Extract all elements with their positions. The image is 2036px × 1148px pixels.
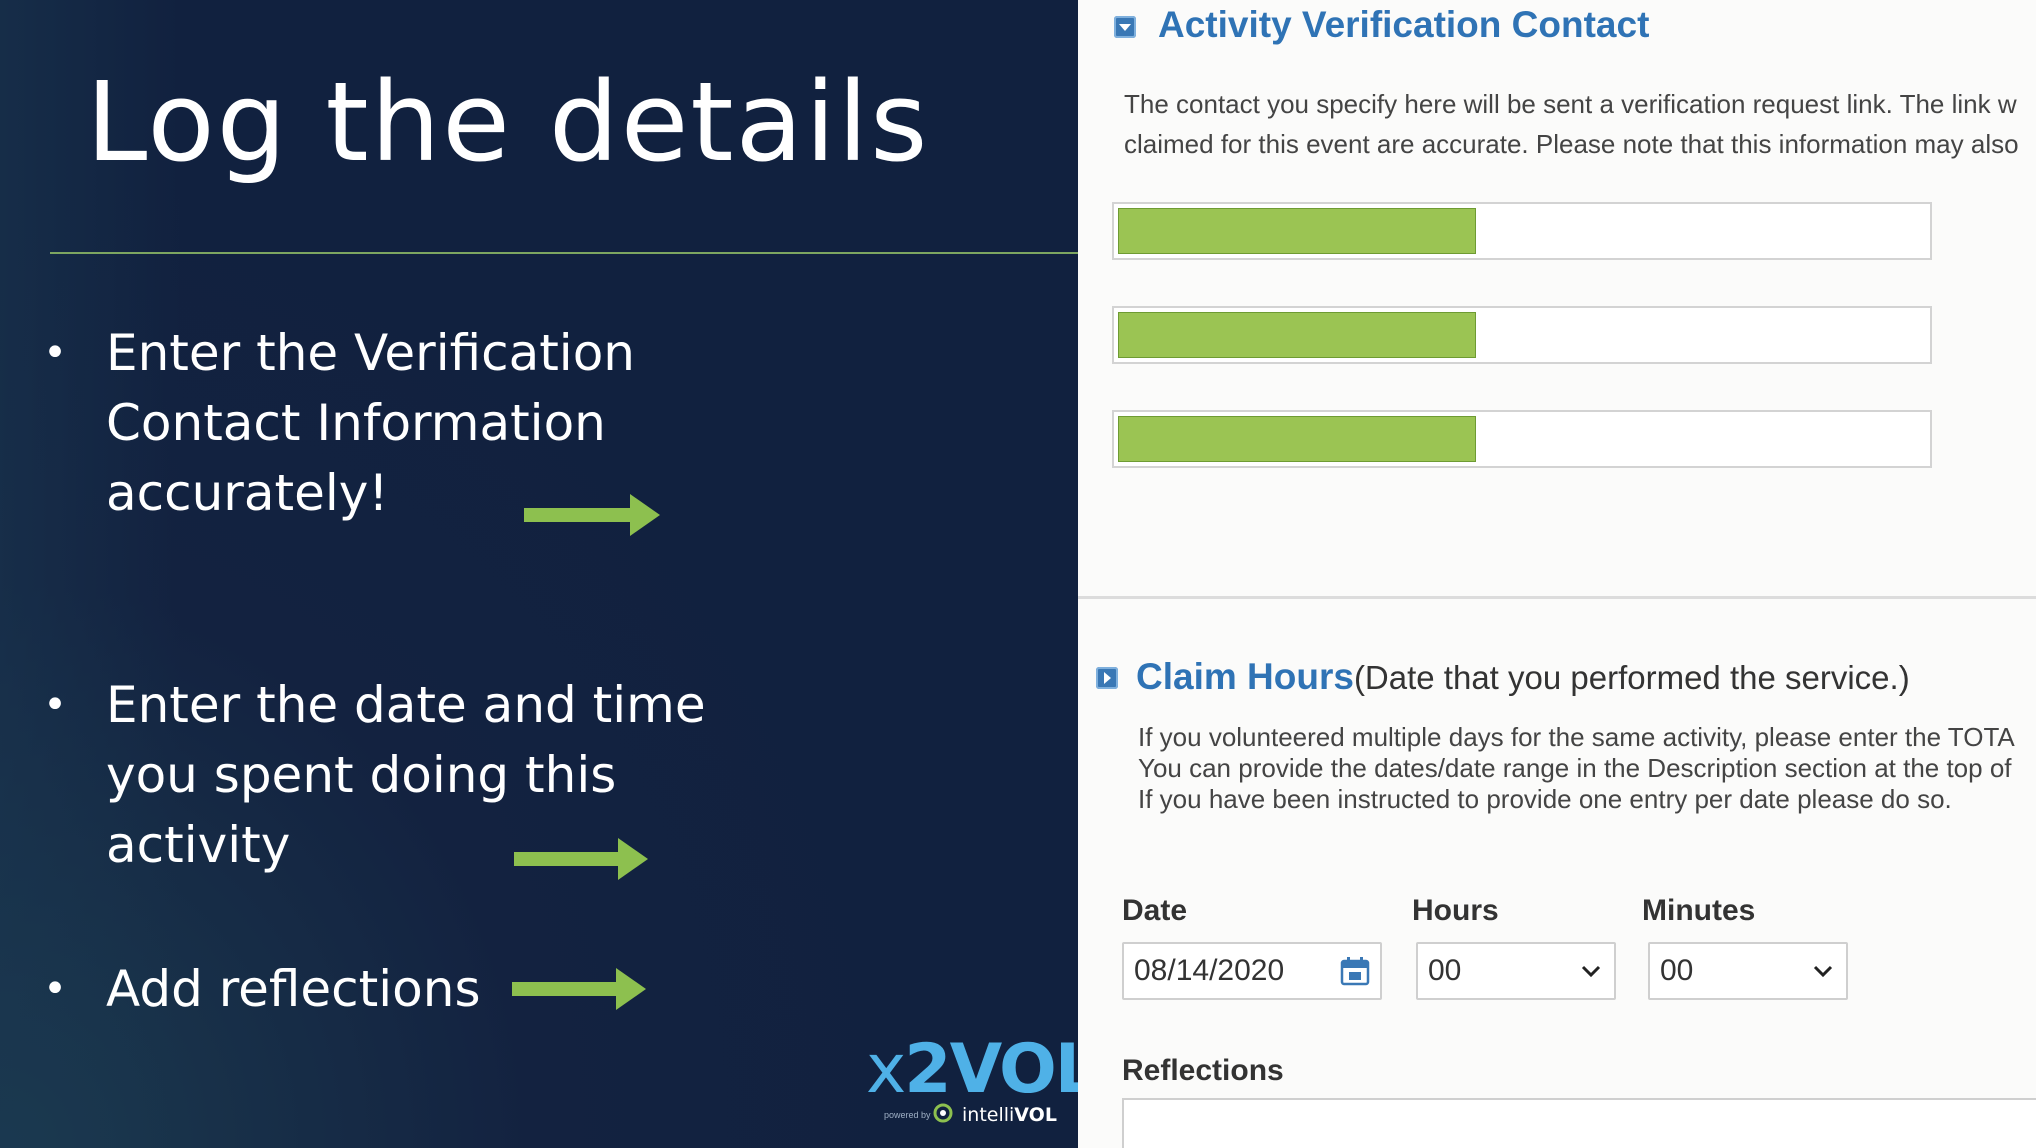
redacted-value	[1118, 416, 1476, 462]
minutes-value: 00	[1660, 954, 1694, 987]
minutes-select[interactable]: 00	[1648, 942, 1848, 1000]
powered-by-text: powered by	[884, 1110, 931, 1120]
description-line: You can provide the dates/date range in …	[1138, 753, 2012, 783]
x2vol-logo: x2VOL powered by intelliVOL	[866, 1030, 1078, 1130]
bullet-text: Enter the date and time you spent doing …	[106, 670, 746, 880]
verification-contact-name-field[interactable]	[1112, 202, 1932, 260]
bullet-line: Enter the Verification	[106, 324, 635, 382]
bullet-dot: •	[43, 330, 67, 376]
arrow-right-icon	[512, 968, 646, 1010]
redacted-value	[1118, 312, 1476, 358]
hours-select[interactable]: 00	[1416, 942, 1616, 1000]
section-divider	[1078, 596, 2036, 599]
calendar-icon[interactable]	[1340, 956, 1370, 986]
bullet-line: Add reflections	[106, 960, 481, 1018]
bullet-line: Contact Information	[106, 394, 606, 452]
minutes-label: Minutes	[1642, 894, 1756, 927]
bullet-line: activity	[106, 816, 291, 874]
logo-wordmark: x2VOL	[866, 1030, 1078, 1109]
verification-section-title[interactable]: Activity Verification Contact	[1158, 4, 1649, 46]
bullet-text: Add reflections	[106, 954, 746, 1024]
date-input[interactable]: 08/14/2020	[1122, 942, 1382, 1000]
collapse-icon[interactable]	[1114, 16, 1136, 38]
verification-contact-phone-field[interactable]	[1112, 410, 1932, 468]
title-divider	[50, 252, 1078, 254]
claim-hours-subtitle: (Date that you performed the service.)	[1353, 659, 1910, 696]
arrow-right-icon	[524, 494, 660, 536]
verification-contact-email-field[interactable]	[1112, 306, 1932, 364]
description-line: The contact you specify here will be sen…	[1124, 89, 2017, 119]
reflections-label: Reflections	[1122, 1054, 1284, 1087]
date-label: Date	[1122, 894, 1188, 927]
intellivol-text: intelliVOL	[962, 1104, 1057, 1126]
date-value: 08/14/2020	[1134, 954, 1285, 987]
description-line: If you have been instructed to provide o…	[1138, 784, 1952, 814]
claim-hours-title: Claim Hours	[1136, 656, 1354, 697]
hours-value: 00	[1428, 954, 1462, 987]
description-line: If you volunteered multiple days for the…	[1138, 722, 2015, 752]
reflections-textarea[interactable]	[1122, 1098, 2036, 1148]
bullet-dot: •	[43, 966, 67, 1012]
description-line: claimed for this event are accurate. Ple…	[1124, 129, 2019, 159]
bullet-line: you spent doing this	[106, 746, 617, 804]
claim-hours-section-title[interactable]: Claim Hours(Date that you performed the …	[1136, 656, 1910, 698]
hours-label: Hours	[1412, 894, 1499, 927]
form-panel: Activity Verification Contact The contac…	[1078, 0, 2036, 1148]
redacted-value	[1118, 208, 1476, 254]
slide-title: Log the details	[86, 58, 930, 186]
bullet-line: Enter the date and time	[106, 676, 706, 734]
arrow-right-icon	[514, 838, 648, 880]
intellivol-ring-icon	[933, 1103, 953, 1123]
expand-icon[interactable]	[1096, 667, 1118, 689]
bullet-dot: •	[43, 682, 67, 728]
chevron-down-icon	[1813, 965, 1833, 978]
claim-hours-description: If you volunteered multiple days for the…	[1138, 722, 2015, 815]
chevron-down-icon	[1581, 965, 1601, 978]
verification-description: The contact you specify here will be sen…	[1124, 84, 2019, 164]
presentation-slide: Log the details • Enter the Verification…	[0, 0, 1078, 1148]
